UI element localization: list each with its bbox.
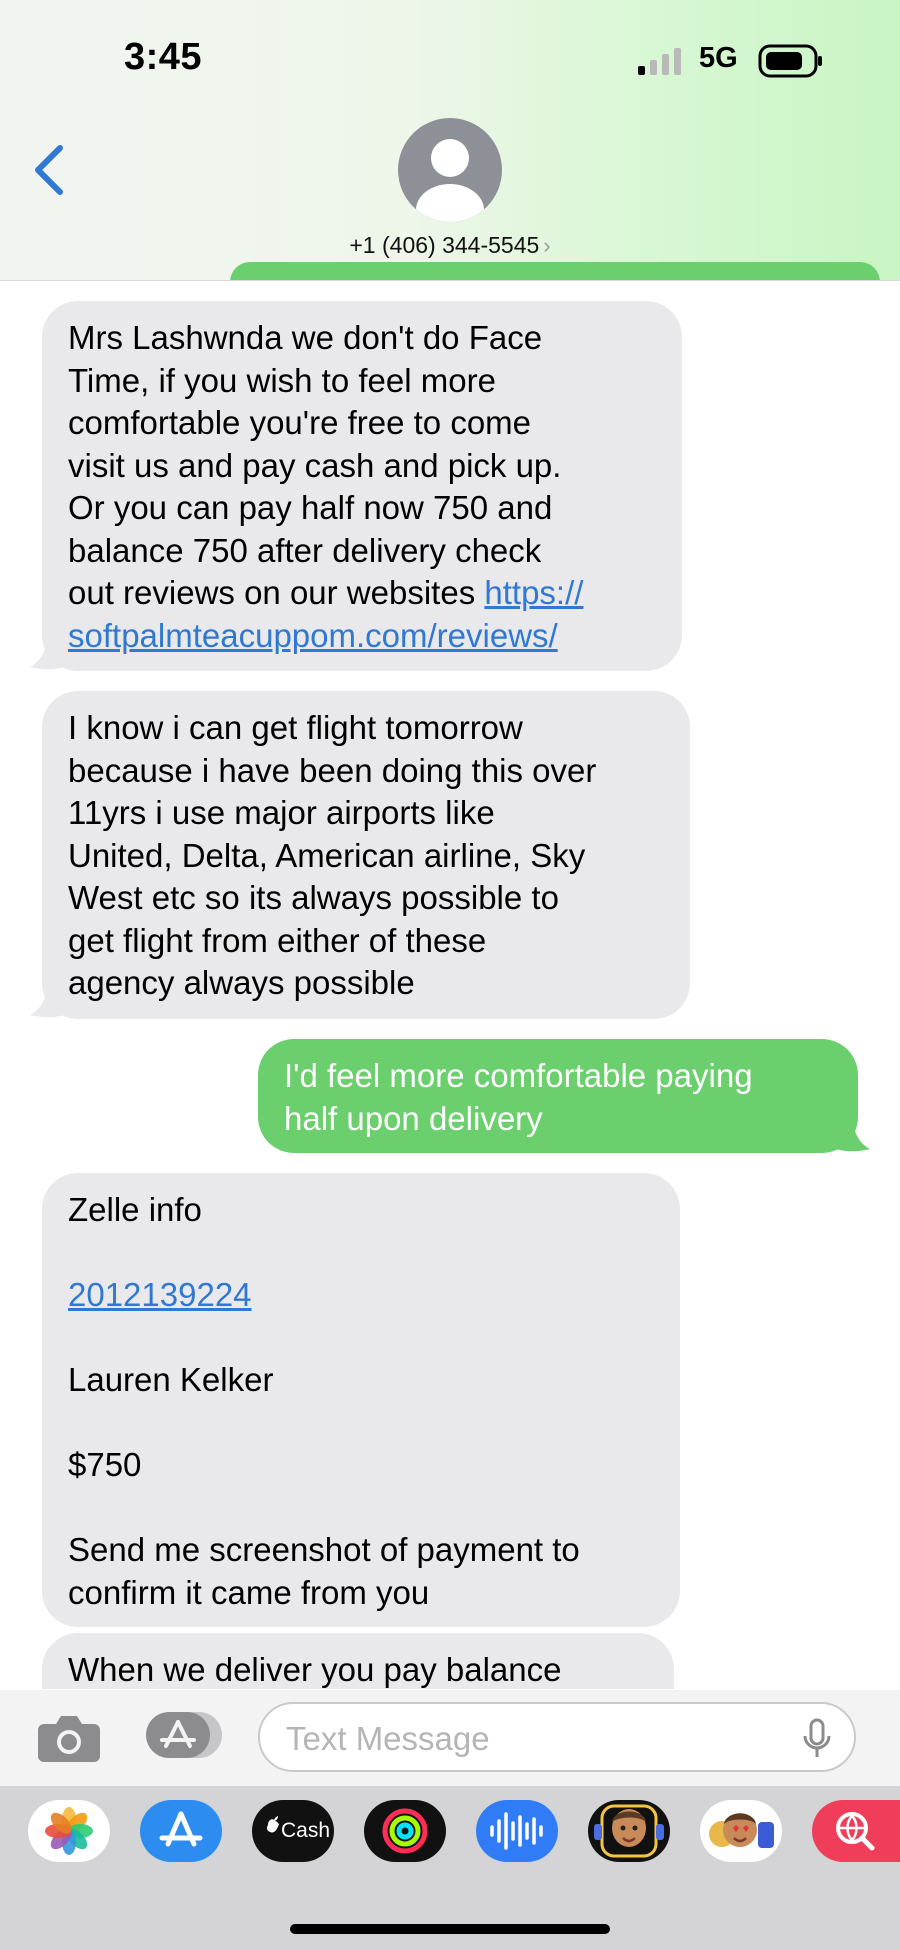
message-line: I'd feel more comfortable paying <box>284 1057 753 1094</box>
outgoing-message-bubble[interactable]: I'd feel more comfortable paying half up… <box>258 1039 858 1153</box>
app-store-icon[interactable] <box>140 1800 222 1862</box>
reviews-link-continued[interactable]: softpalmteacuppom.com/reviews/ <box>68 615 656 658</box>
fitness-icon[interactable] <box>364 1800 446 1862</box>
message-thread[interactable]: Mrs Lashwnda we don't do Face Time, if y… <box>0 281 900 1689</box>
message-line: get flight from either of these <box>68 921 487 959</box>
bubble-tail <box>836 1119 870 1152</box>
contact-details-chevron: › <box>543 233 551 258</box>
bubble-tail <box>30 637 64 670</box>
audio-message-icon[interactable] <box>476 1800 558 1862</box>
conversation-header: 3:45 5G +1 (406) 344-5545 › <box>0 0 900 281</box>
message-line: agency always possible <box>68 964 415 1001</box>
cellular-signal-icon <box>638 48 681 75</box>
compose-bar: Text Message <box>0 1690 900 1786</box>
message-line: balance 750 after delivery check <box>68 531 542 569</box>
zelle-phone-link[interactable]: 2012139224 <box>68 1274 654 1317</box>
message-input-placeholder: Text Message <box>286 1720 490 1757</box>
status-time: 3:45 <box>124 36 203 78</box>
contact-phone-number: +1 (406) 344-5545 <box>349 232 540 258</box>
app-drawer: Cash <box>0 1786 900 1950</box>
memoji-icon[interactable] <box>588 1800 670 1862</box>
message-line: United, Delta, American airline, Sky <box>68 836 586 874</box>
incoming-message-bubble[interactable]: I know i can get flight tomorrow because… <box>42 691 690 1019</box>
contact-name[interactable]: +1 (406) 344-5545 › <box>300 232 600 259</box>
incoming-message-bubble[interactable]: Mrs Lashwnda we don't do Face Time, if y… <box>42 301 682 671</box>
back-chevron-icon[interactable] <box>30 142 70 198</box>
apple-cash-label: Cash <box>281 1819 330 1842</box>
message-line: I know i can get flight tomorrow <box>68 709 523 746</box>
apple-cash-icon[interactable]: Cash <box>252 1800 334 1862</box>
zelle-info-title: Zelle info <box>68 1191 202 1228</box>
animoji-icon[interactable] <box>700 1800 782 1862</box>
payment-amount: $750 <box>68 1446 142 1483</box>
message-line: visit us and pay cash and pick up. <box>68 446 562 484</box>
message-line: confirm it came from you <box>68 1573 430 1611</box>
message-line: Mrs Lashwnda we don't do Face <box>68 319 543 356</box>
apps-icon[interactable] <box>144 1710 224 1760</box>
message-line: When we deliver you pay balance <box>68 1651 562 1688</box>
battery-icon <box>758 44 822 78</box>
incoming-message-bubble[interactable]: When we deliver you pay balance <box>42 1633 674 1689</box>
message-input[interactable]: Text Message <box>258 1702 856 1772</box>
contact-avatar[interactable] <box>398 118 502 222</box>
photos-icon[interactable] <box>28 1800 110 1862</box>
message-line: 11yrs i use major airports like <box>68 794 495 831</box>
message-line: out reviews on our websites https:// <box>68 572 656 615</box>
previous-message-edge <box>230 262 880 280</box>
message-line: comfortable you're free to come <box>68 404 532 441</box>
network-type: 5G <box>699 42 738 74</box>
incoming-message-bubble[interactable]: Zelle info 2012139224 Lauren Kelker $750… <box>42 1173 680 1627</box>
camera-icon[interactable] <box>36 1712 102 1764</box>
message-line: Send me screenshot of payment to <box>68 1531 580 1568</box>
message-line: Time, if you wish to feel more <box>68 361 496 399</box>
reviews-link[interactable]: https:// <box>484 574 583 611</box>
home-indicator[interactable] <box>290 1924 610 1934</box>
zelle-recipient-name: Lauren Kelker <box>68 1361 274 1398</box>
message-line: because i have been doing this over <box>68 751 597 789</box>
bubble-tail <box>30 985 64 1018</box>
message-line: West etc so its always possible to <box>68 879 559 916</box>
microphone-icon[interactable] <box>802 1718 832 1760</box>
image-search-icon[interactable] <box>812 1800 900 1862</box>
message-line: Or you can pay half now 750 and <box>68 489 553 526</box>
message-line: half upon delivery <box>284 1099 543 1137</box>
message-text: out reviews on our websites <box>68 574 485 611</box>
